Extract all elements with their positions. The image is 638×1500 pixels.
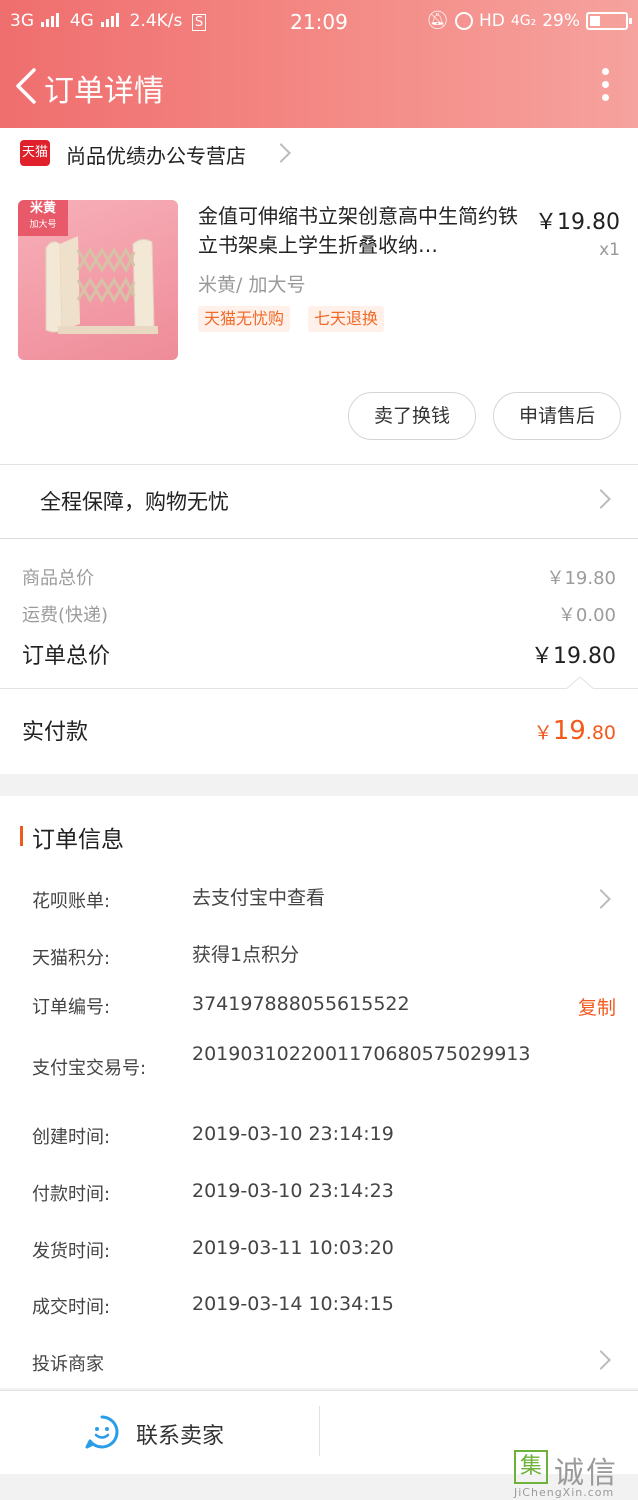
closed-time-label: 成交时间:	[32, 1297, 111, 1318]
thumbnail-tag-color: 米黄	[29, 201, 56, 216]
shipped-time-value: 2019-03-11 10:03:20	[192, 1237, 394, 1259]
watermark-url: JiChengXin.com	[514, 1486, 615, 1499]
order-total-value: ￥19.80	[531, 644, 616, 669]
bottom-divider	[319, 1406, 320, 1456]
contact-seller-button[interactable]: 联系卖家	[136, 1418, 224, 1450]
service-tag-seven-day-return: 七天退换	[308, 306, 385, 332]
shipping-value: ￥0.00	[557, 605, 616, 626]
shipping-label: 运费(快递)	[22, 605, 109, 626]
goods-total-row: 商品总价 ￥19.80	[22, 564, 616, 590]
product-sku: 米黄/ 加大号	[198, 274, 306, 296]
battery-icon	[586, 12, 632, 30]
alipay-trade-label: 支付宝交易号:	[32, 1058, 147, 1079]
paid-time-label: 付款时间:	[32, 1184, 111, 1205]
closed-time-value: 2019-03-14 10:34:15	[192, 1293, 394, 1315]
amount-paid-label: 实付款	[22, 720, 89, 745]
huabei-label: 花呗账单:	[32, 891, 111, 912]
amount-paid-integer: 19	[552, 716, 586, 746]
product-quantity: x1	[599, 240, 620, 260]
header-bar: 3G 4G 2.4K/s S 21:09 🔕︎ HD 4G₂ 29% 订单详情	[0, 0, 638, 128]
complain-seller-link[interactable]: 投诉商家	[32, 1350, 104, 1376]
mute-bell-icon: 🔕︎	[426, 10, 449, 31]
amount-paid-currency: ￥	[533, 722, 553, 744]
product-thumbnail[interactable]: 米黄 加大号	[18, 200, 178, 360]
shipping-row: 运费(快递) ￥0.00	[22, 601, 616, 627]
store-name-link[interactable]: 尚品优绩办公专营店	[66, 140, 246, 169]
bookshelf-image	[45, 236, 158, 334]
alipay-trade-value: 2019031022001170680575029913	[192, 1043, 531, 1065]
goods-total-value: ￥19.80	[546, 568, 616, 589]
tmall-logo-icon: 天猫	[20, 140, 50, 166]
order-total-label: 订单总价	[22, 644, 111, 669]
page-title: 订单详情	[44, 74, 164, 109]
divider	[0, 538, 638, 539]
caret-up-icon	[566, 676, 594, 690]
points-label: 天猫积分:	[32, 948, 111, 969]
shipped-time-label: 发货时间:	[32, 1241, 111, 1262]
chat-smile-icon[interactable]	[84, 1414, 120, 1450]
battery-percent: 29%	[542, 11, 580, 31]
created-time-label: 创建时间:	[32, 1127, 111, 1148]
nav-row: 订单详情	[0, 52, 638, 120]
status-bar: 3G 4G 2.4K/s S 21:09 🔕︎ HD 4G₂ 29%	[0, 0, 638, 44]
back-arrow-icon[interactable]	[12, 66, 42, 106]
more-menu-icon[interactable]	[602, 68, 610, 104]
product-title[interactable]: 金值可伸缩书立架创意高中生简约铁立书架桌上学生折叠收纳…	[198, 202, 528, 260]
section-accent-bar	[20, 826, 23, 846]
divider	[0, 464, 638, 465]
amount-paid-decimal: .80	[585, 722, 616, 744]
watermark-box: 集	[514, 1450, 548, 1484]
points-value: 获得1点积分	[192, 944, 300, 966]
order-number-label: 订单编号:	[32, 997, 111, 1018]
amount-paid-value: ￥19.80	[534, 716, 616, 746]
divider	[0, 688, 638, 689]
hd-label: HD	[478, 11, 505, 31]
order-total-row: 订单总价 ￥19.80	[22, 638, 616, 670]
sell-for-cash-button[interactable]: 卖了换钱	[348, 392, 476, 440]
alarm-icon	[454, 12, 473, 30]
assurance-row[interactable]: 全程保障，购物无忧	[40, 486, 229, 516]
request-after-sale-button[interactable]: 申请售后	[493, 392, 621, 440]
copy-order-number-button[interactable]: 复制	[578, 993, 616, 1020]
service-tag-tmall-worry-free: 天猫无忧购	[198, 306, 291, 332]
product-price: ￥19.80	[535, 210, 620, 235]
amount-paid-row: 实付款 ￥19.80	[22, 714, 616, 746]
order-info-title: 订单信息	[32, 827, 124, 853]
created-time-value: 2019-03-10 23:14:19	[192, 1123, 394, 1145]
goods-total-label: 商品总价	[22, 568, 94, 589]
huabei-link[interactable]: 去支付宝中查看	[192, 886, 532, 910]
net-type-label: 4G₂	[510, 13, 537, 29]
watermark-logo: 集 诚信 JiChengXin.com	[514, 1450, 632, 1500]
paid-time-value: 2019-03-10 23:14:23	[192, 1180, 394, 1202]
order-number-value: 374197888055615522	[192, 993, 410, 1015]
status-right: 🔕︎ HD 4G₂ 29%	[426, 10, 632, 31]
